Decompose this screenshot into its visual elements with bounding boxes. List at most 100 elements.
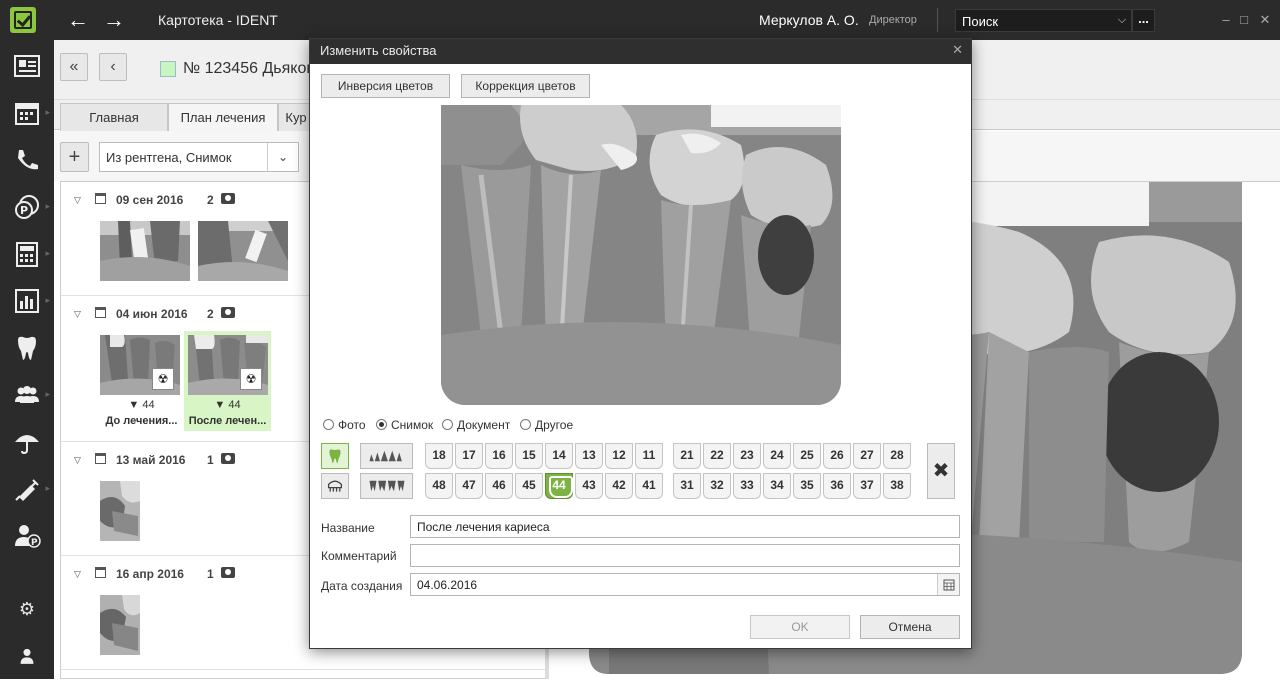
tooth-button-33[interactable]: 33 [733,473,761,499]
tooth-mode-button[interactable] [321,443,349,469]
sidebar-item-profile[interactable] [0,633,54,679]
tooth-button-24[interactable]: 24 [763,443,791,469]
tooth-button-35[interactable]: 35 [793,473,821,499]
tooth-button-37[interactable]: 37 [853,473,881,499]
sidebar-item-reports[interactable]: ▸ [0,278,54,324]
group-date: 16 апр 2016 [116,567,184,581]
tooth-button-38[interactable]: 38 [883,473,911,499]
tooth-button-26[interactable]: 26 [823,443,851,469]
collapse-triangle-icon[interactable]: ▽ [74,309,81,320]
back-button[interactable]: ‹ [99,53,127,81]
tooth-button-28[interactable]: 28 [883,443,911,469]
denture-mode-button[interactable] [321,473,349,499]
app-logo-icon[interactable] [10,7,36,33]
tooth-button-15[interactable]: 15 [515,443,543,469]
upper-jaw-button[interactable] [360,443,413,469]
chevron-down-icon[interactable]: ⌵ [1114,10,1130,30]
radio-xray[interactable]: Снимок [376,418,433,432]
tooth-button-43[interactable]: 43 [575,473,603,499]
radio-other[interactable]: Другое [520,418,573,432]
tooth-button-31[interactable]: 31 [673,473,701,499]
search-more-button[interactable]: ... [1132,9,1155,32]
sidebar-item-card[interactable] [0,43,54,89]
radio-document[interactable]: Документ [442,418,510,432]
calendar-picker-icon[interactable] [937,574,959,595]
date-input[interactable]: 04.06.2016 [410,573,960,596]
thumbnail-tooth: ▼ 44 [184,399,271,411]
gallery-thumbnail[interactable] [100,481,140,541]
cancel-button[interactable]: Отмена [860,615,960,639]
sidebar-item-salary[interactable]: P [0,513,54,559]
collapse-triangle-icon[interactable]: ▽ [74,569,81,580]
tab-main[interactable]: Главная [60,103,168,131]
tab-treatment-plan[interactable]: План лечения [168,103,278,131]
tooth-button-34[interactable]: 34 [763,473,791,499]
search-input[interactable]: Поиск [955,9,1132,32]
dialog-title-bar[interactable]: Изменить свойства ✕ [310,39,971,64]
sidebar-item-treatment[interactable]: ▸ [0,466,54,512]
sidebar-item-staff[interactable]: ▸ [0,372,54,418]
tooth-button-48[interactable]: 48 [425,473,453,499]
chevron-right-icon: ▸ [45,483,50,493]
tooth-button-12[interactable]: 12 [605,443,633,469]
chevron-down-icon[interactable]: ⌄ [267,143,298,171]
tooth-button-41[interactable]: 41 [635,473,663,499]
ok-button[interactable]: OK [750,615,850,639]
close-icon[interactable]: ✕ [1255,10,1275,30]
gallery-thumbnail[interactable] [100,221,190,281]
close-icon[interactable]: ✕ [952,42,963,58]
tooth-button-45[interactable]: 45 [515,473,543,499]
add-button[interactable]: + [60,142,89,172]
tooth-button-44[interactable]: 44 [545,473,573,499]
tooth-button-13[interactable]: 13 [575,443,603,469]
comment-input[interactable] [410,544,960,567]
sidebar-item-payments[interactable]: P ▸ [0,184,54,230]
tooth-button-18[interactable]: 18 [425,443,453,469]
collapse-triangle-icon[interactable]: ▽ [74,195,81,206]
tooth-button-17[interactable]: 17 [455,443,483,469]
tooth-button-11[interactable]: 11 [635,443,663,469]
sidebar-item-dental[interactable] [0,325,54,371]
clear-teeth-button[interactable]: ✖ [927,443,955,499]
lower-jaw-button[interactable] [360,473,413,499]
sidebar-item-calendar[interactable]: ▸ [0,90,54,136]
source-filter-select[interactable]: Из рентгена, Снимок ⌄ [99,142,299,172]
radio-circle[interactable] [442,419,453,430]
radio-circle-checked[interactable] [376,419,387,430]
user-name[interactable]: Меркулов А. О. [759,12,859,28]
tooth-button-23[interactable]: 23 [733,443,761,469]
collapse-button[interactable]: « [60,53,88,81]
radio-circle[interactable] [323,419,334,430]
gallery-thumbnail[interactable] [198,221,288,281]
tooth-button-14[interactable]: 14 [545,443,573,469]
gallery-thumbnail[interactable] [100,595,140,655]
gallery-card[interactable]: ☢ ▼ 44 До лечения... [98,331,185,431]
color-correction-button[interactable]: Коррекция цветов [461,74,590,98]
minimize-icon[interactable]: – [1216,10,1236,30]
invert-colors-button[interactable]: Инверсия цветов [321,74,450,98]
users-icon [15,386,39,403]
tooth-button-46[interactable]: 46 [485,473,513,499]
radio-circle[interactable] [520,419,531,430]
sidebar-item-calculator[interactable]: ▸ [0,231,54,277]
back-icon[interactable]: ← [64,6,92,34]
forward-icon[interactable]: → [100,6,128,34]
tooth-button-47[interactable]: 47 [455,473,483,499]
sidebar-item-insurance[interactable] [0,419,54,465]
radio-photo[interactable]: Фото [323,418,366,432]
collapse-triangle-icon[interactable]: ▽ [74,455,81,466]
tooth-button-25[interactable]: 25 [793,443,821,469]
sidebar-item-settings[interactable]: ⚙ [0,586,54,632]
tooth-button-16[interactable]: 16 [485,443,513,469]
tooth-button-21[interactable]: 21 [673,443,701,469]
name-input[interactable]: После лечения кариеса [410,515,960,538]
tooth-button-32[interactable]: 32 [703,473,731,499]
maximize-icon[interactable]: □ [1234,10,1254,30]
tooth-button-42[interactable]: 42 [605,473,633,499]
tooth-button-22[interactable]: 22 [703,443,731,469]
sidebar-item-calls[interactable] [0,137,54,183]
tooth-button-27[interactable]: 27 [853,443,881,469]
gallery-card-selected[interactable]: ☢ ▼ 44 После лечен... [184,331,271,431]
tooth-button-36[interactable]: 36 [823,473,851,499]
syringe-icon [15,479,39,501]
